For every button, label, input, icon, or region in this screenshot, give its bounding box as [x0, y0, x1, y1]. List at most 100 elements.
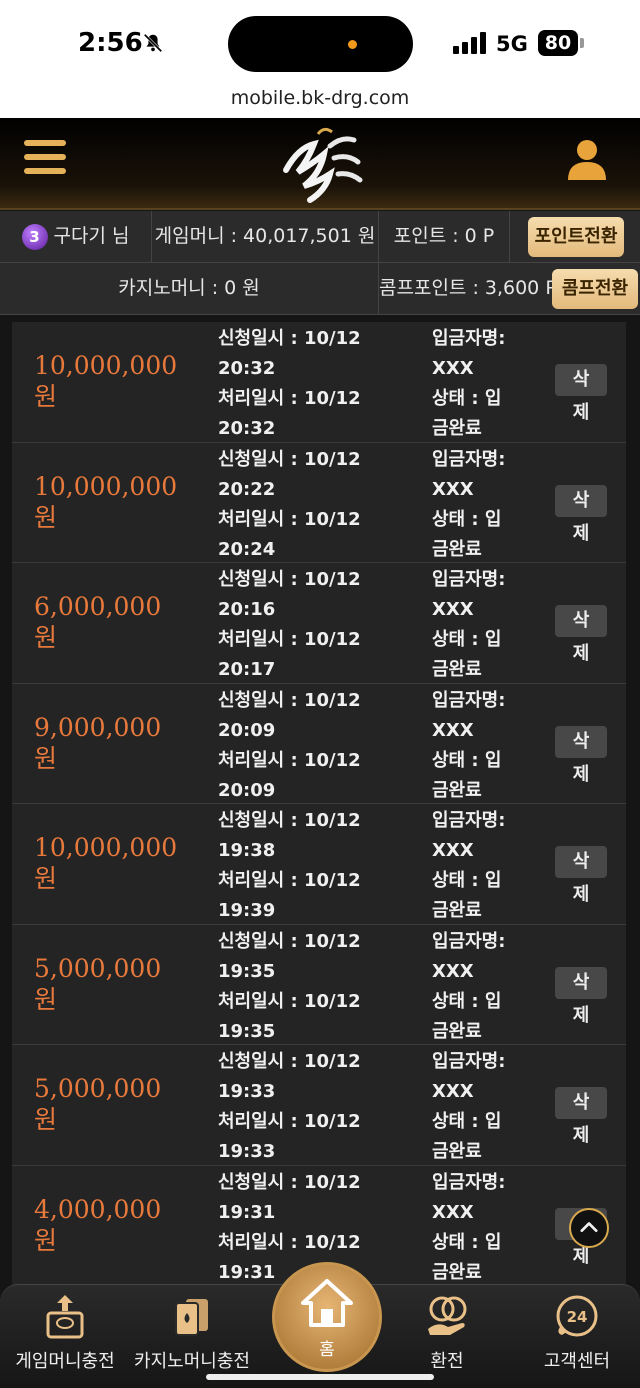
- process-time: 19:35: [218, 1020, 276, 1042]
- support-badge: 24: [567, 1308, 588, 1326]
- deposit-dates: 신청일시 : 10/12 19:38 처리일시 : 10/12 19:39: [218, 806, 418, 926]
- deposit-dates: 신청일시 : 10/12 20:09 처리일시 : 10/12 20:09: [218, 686, 418, 806]
- delete-button[interactable]: 삭: [555, 846, 607, 878]
- deposit-row: 10,000,000 원 신청일시 : 10/12 20:32 처리일시 : 10…: [12, 322, 626, 443]
- delete-button-label[interactable]: 제: [555, 1001, 607, 1027]
- comp-point: 콤프포인트 : 3,600 P: [379, 277, 557, 299]
- deposit-status: 입금자명: XXX 상태 : 입 금완료: [432, 1047, 542, 1167]
- deposit-amount: 6,000,000 원: [34, 591, 204, 653]
- delete-button[interactable]: 삭: [555, 364, 607, 396]
- delete-button-label[interactable]: 제: [555, 1121, 607, 1147]
- nav-casino-charge-label: 카지노머니충전: [134, 1351, 250, 1372]
- request-time: 20:16: [218, 599, 276, 620]
- site-logo[interactable]: [268, 124, 372, 208]
- request-label: 신청일시 : 10/12: [218, 1051, 361, 1072]
- deposit-amount-value: 10,000,000: [34, 471, 178, 501]
- request-label: 신청일시 : 10/12: [218, 569, 361, 590]
- status-value: 금완료: [432, 779, 482, 801]
- deposit-amount: 5,000,000 원: [34, 1073, 204, 1135]
- delete-button-label[interactable]: 제: [555, 519, 607, 545]
- process-label: 처리일시 : 10/12: [218, 508, 361, 530]
- deposit-amount: 10,000,000 원: [34, 350, 204, 412]
- process-time: 20:09: [218, 779, 276, 801]
- money-box-icon: [46, 1295, 84, 1339]
- currency-label: 원: [34, 743, 58, 773]
- delete-button-label[interactable]: 제: [555, 760, 607, 786]
- status-label: 상태 : 입: [432, 1111, 502, 1132]
- deposit-amount-value: 5,000,000: [34, 1074, 162, 1103]
- nav-game-charge[interactable]: 게임머니충전: [0, 1293, 130, 1373]
- nav-casino-charge[interactable]: 카지노머니충전: [127, 1293, 257, 1373]
- deposit-row: 10,000,000 원 신청일시 : 10/12 19:38 처리일시 : 10…: [12, 804, 626, 925]
- delete-button-label[interactable]: 제: [555, 880, 607, 906]
- home-icon: [301, 1279, 353, 1327]
- delete-button[interactable]: 삭: [555, 966, 607, 999]
- deposit-amount-value: 6,000,000: [34, 592, 162, 621]
- dynamic-island: [228, 16, 413, 72]
- point-convert-button[interactable]: 포인트전환: [528, 217, 624, 257]
- status-value: 금완료: [432, 659, 482, 680]
- deposit-row: 5,000,000 원 신청일시 : 10/12 19:33 처리일시 : 10/…: [12, 1045, 626, 1166]
- point: 포인트 : 0 P: [379, 211, 510, 262]
- user-cell: 3 구다기 님: [0, 211, 152, 262]
- deposit-dates: 신청일시 : 10/12 20:32 처리일시 : 10/12 20:32: [218, 324, 418, 444]
- request-time: 19:33: [218, 1081, 276, 1102]
- deposit-status: 입금자명: XXX 상태 : 입 금완료: [432, 565, 542, 685]
- process-time: 19:33: [218, 1141, 276, 1162]
- exchange-coins-icon: [428, 1296, 467, 1335]
- deposit-status: 입금자명: XXX 상태 : 입 금완료: [432, 1168, 542, 1288]
- nav-exchange[interactable]: 환전: [382, 1293, 512, 1373]
- status-value: 금완료: [432, 1020, 482, 1042]
- delete-button[interactable]: 삭: [555, 725, 607, 758]
- comp-convert-button[interactable]: 콤프전환: [552, 269, 638, 309]
- nav-support[interactable]: 24 고객센터: [512, 1293, 640, 1373]
- request-time: 19:31: [218, 1201, 276, 1223]
- deposit-amount: 10,000,000 원: [34, 471, 204, 533]
- process-label: 처리일시 : 10/12: [218, 1231, 361, 1253]
- depositor-value: XXX: [432, 960, 474, 982]
- nav-home-label: 홈: [319, 1340, 335, 1360]
- request-time: 19:35: [218, 960, 276, 982]
- nav-exchange-label: 환전: [430, 1351, 464, 1372]
- hamburger-icon[interactable]: [24, 140, 66, 180]
- url-bar[interactable]: mobile.bk-drg.com: [0, 84, 640, 118]
- delete-button-label[interactable]: 제: [555, 398, 607, 424]
- process-label: 처리일시 : 10/12: [218, 870, 361, 891]
- status-value: 금완료: [432, 1141, 482, 1162]
- request-time: 19:38: [218, 840, 276, 861]
- status-label: 상태 : 입: [432, 629, 502, 650]
- deposit-amount: 4,000,000 원: [34, 1194, 204, 1256]
- depositor-label: 입금자명:: [432, 689, 506, 711]
- deposit-history-list: 10,000,000 원 신청일시 : 10/12 20:32 처리일시 : 10…: [12, 322, 626, 1286]
- bell-muted-icon: [143, 33, 163, 53]
- deposit-amount-value: 9,000,000: [34, 712, 162, 742]
- user-icon[interactable]: [566, 138, 608, 182]
- user-name: 구다기 님: [53, 225, 130, 247]
- deposit-row: 9,000,000 원 신청일시 : 10/12 20:09 처리일시 : 10/…: [12, 683, 626, 806]
- request-label: 신청일시 : 10/12: [218, 810, 361, 831]
- nav-home[interactable]: 홈: [272, 1262, 382, 1372]
- process-time: 20:24: [218, 538, 276, 560]
- casino-money: 카지노머니 : 0 원: [0, 263, 379, 314]
- process-time: 20:32: [218, 418, 276, 439]
- deposit-amount-value: 10,000,000: [34, 833, 178, 862]
- process-label: 처리일시 : 10/12: [218, 1111, 361, 1132]
- network-type: 5G: [496, 32, 528, 56]
- delete-button[interactable]: 삭: [555, 605, 607, 637]
- game-money: 게임머니 : 40,017,501 원: [152, 211, 379, 262]
- deposit-amount: 9,000,000 원: [34, 712, 204, 774]
- delete-button-label[interactable]: 제: [555, 639, 607, 665]
- depositor-value: XXX: [432, 840, 474, 861]
- request-label: 신청일시 : 10/12: [218, 448, 361, 470]
- delete-button[interactable]: 삭: [555, 1087, 607, 1119]
- deposit-amount: 5,000,000 원: [34, 953, 204, 1015]
- deposit-amount-value: 10,000,000: [34, 351, 178, 380]
- currency-label: 원: [34, 623, 58, 652]
- status-value: 금완료: [432, 418, 482, 439]
- chevron-up-icon[interactable]: [569, 1208, 609, 1248]
- process-label: 처리일시 : 10/12: [218, 749, 361, 771]
- delete-button[interactable]: 삭: [555, 484, 607, 517]
- deposit-amount-value: 5,000,000: [34, 953, 162, 983]
- depositor-label: 입금자명:: [432, 1171, 506, 1193]
- request-time: 20:22: [218, 478, 276, 500]
